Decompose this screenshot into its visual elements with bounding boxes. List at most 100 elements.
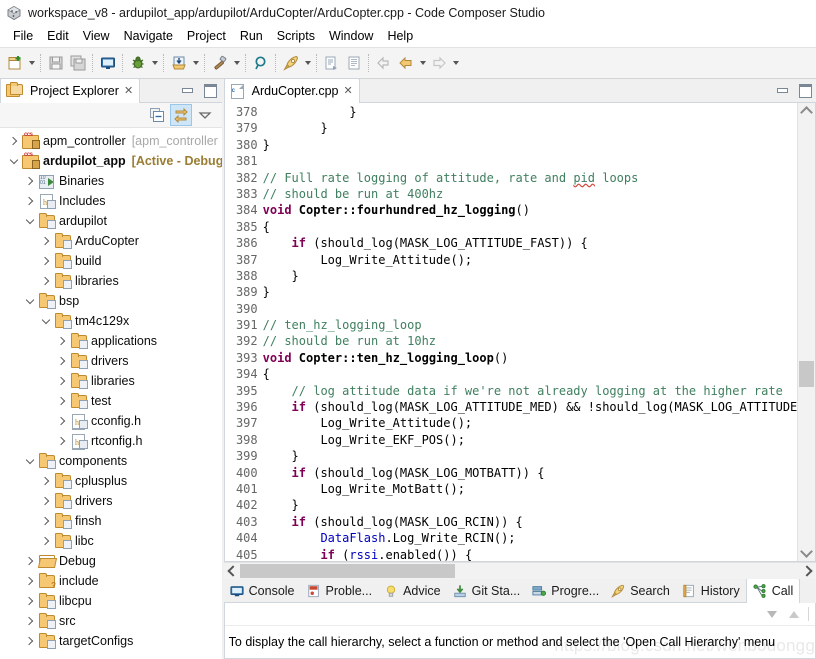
chevron-down-icon[interactable] (22, 291, 38, 311)
chevron-right-icon[interactable] (22, 171, 38, 191)
collapse-all-button[interactable] (146, 104, 168, 126)
scroll-up-button[interactable] (798, 103, 815, 119)
tree-item-drivers[interactable]: drivers (0, 351, 222, 371)
scroll-right-button[interactable] (800, 563, 816, 579)
chevron-right-icon[interactable] (6, 131, 22, 151)
close-icon[interactable]: ✕ (344, 85, 353, 97)
tree-item-finsh[interactable]: finsh (0, 511, 222, 531)
tree-item-ardupilot-app[interactable]: ccs ardupilot_app [Active - Debug] (0, 151, 222, 171)
chevron-right-icon[interactable] (38, 271, 54, 291)
debug-dropdown-arrow[interactable] (149, 52, 160, 74)
bottom-tab-proble-[interactable]: Proble... (300, 579, 379, 603)
chevron-right-icon[interactable] (22, 591, 38, 611)
minimize-editor-button[interactable] (775, 84, 789, 98)
tree-item-libcpu[interactable]: libcpu (0, 591, 222, 611)
tree-item-apm-controller[interactable]: ccsapm_controller [apm_controller ma (0, 131, 222, 151)
chevron-right-icon[interactable] (38, 531, 54, 551)
save-icon[interactable] (45, 52, 67, 74)
tree-item-include[interactable]: ? include (0, 571, 222, 591)
chevron-down-icon[interactable] (6, 151, 22, 171)
maximize-editor-button[interactable] (798, 84, 812, 98)
back-arrow-icon[interactable] (395, 52, 417, 74)
tree-item-components[interactable]: components (0, 451, 222, 471)
bottom-tab-console[interactable]: Console (223, 579, 301, 603)
tree-item-arducopter[interactable]: ArduCopter (0, 231, 222, 251)
menu-edit[interactable]: Edit (40, 27, 76, 45)
tree-item-includes[interactable]: Includes (0, 191, 222, 211)
scroll-left-button[interactable] (224, 563, 240, 579)
chevron-down-icon[interactable] (38, 311, 54, 331)
tree-item-cconfig-h[interactable]: cconfig.h (0, 411, 222, 431)
chevron-right-icon[interactable] (22, 571, 38, 591)
tree-item-targetconfigs[interactable]: targetConfigs (0, 631, 222, 651)
chevron-right-icon[interactable] (22, 631, 38, 651)
next-annotation-icon[interactable] (321, 52, 343, 74)
tree-item-libc[interactable]: libc (0, 531, 222, 551)
tree-item-binaries[interactable]: 10 01 Binaries (0, 171, 222, 191)
tree-item-tm4c129x[interactable]: tm4c129x (0, 311, 222, 331)
tree-item-test[interactable]: test (0, 391, 222, 411)
tab-arducopter-cpp[interactable]: c ArduCopter.cpp ✕ (223, 78, 360, 103)
bottom-tab-progre-[interactable]: Progre... (526, 579, 606, 603)
chevron-right-icon[interactable] (54, 431, 70, 451)
bottom-tab-git-sta-[interactable]: Git Sta... (446, 579, 527, 603)
bottom-tab-history[interactable]: History (675, 579, 746, 603)
build-hammer-icon[interactable] (209, 52, 231, 74)
tree-item-src[interactable]: src (0, 611, 222, 631)
tree-item-drivers[interactable]: drivers (0, 491, 222, 511)
chevron-right-icon[interactable] (54, 351, 70, 371)
save-all-icon[interactable] (67, 52, 89, 74)
menu-view[interactable]: View (76, 27, 117, 45)
back-dropdown-arrow[interactable] (417, 52, 428, 74)
menu-file[interactable]: File (6, 27, 40, 45)
link-with-editor-button[interactable] (169, 104, 192, 126)
build-dropdown-arrow[interactable] (231, 52, 242, 74)
chevron-right-icon[interactable] (38, 251, 54, 271)
minimize-view-button[interactable] (181, 84, 195, 98)
menu-project[interactable]: Project (180, 27, 233, 45)
tab-project-explorer[interactable]: Project Explorer ✕ (0, 78, 141, 103)
code-viewport[interactable]: 378 } 379 } 380} 381 382// Full rate logging… (224, 103, 797, 561)
chevron-right-icon[interactable] (22, 551, 38, 571)
debug-icon[interactable] (127, 52, 149, 74)
search-icon[interactable] (250, 52, 272, 74)
horizontal-scroll-thumb[interactable] (239, 564, 455, 578)
chevron-right-icon[interactable] (54, 411, 70, 431)
menu-navigate[interactable]: Navigate (117, 27, 180, 45)
console-icon[interactable] (97, 52, 119, 74)
maximize-view-button[interactable] (204, 84, 218, 98)
forward-dropdown-arrow[interactable] (450, 52, 461, 74)
tree-item-build[interactable]: build (0, 251, 222, 271)
scroll-down-button[interactable] (798, 545, 815, 561)
run-icon[interactable] (168, 52, 190, 74)
chevron-right-icon[interactable] (38, 491, 54, 511)
menu-run[interactable]: Run (233, 27, 270, 45)
bottom-tab-advice[interactable]: Advice (378, 579, 447, 603)
open-resource-icon[interactable] (343, 52, 365, 74)
vertical-scroll-thumb[interactable] (799, 361, 814, 387)
editor-horizontal-scrollbar[interactable] (223, 562, 816, 579)
chevron-right-icon[interactable] (22, 611, 38, 631)
new-dropdown-arrow[interactable] (26, 52, 37, 74)
horizontal-scroll-track[interactable] (239, 563, 800, 579)
tree-item-libraries[interactable]: libraries (0, 271, 222, 291)
tree-item-rtconfig-h[interactable]: rtconfig.h (0, 431, 222, 451)
chevron-right-icon[interactable] (54, 371, 70, 391)
forward-arrow-icon[interactable] (428, 52, 450, 74)
tree-item-debug[interactable]: Debug (0, 551, 222, 571)
chevron-down-icon[interactable] (22, 211, 38, 231)
tree-item-libraries[interactable]: libraries (0, 371, 222, 391)
launch-rocket-icon[interactable] (280, 52, 302, 74)
chevron-right-icon[interactable] (38, 471, 54, 491)
menu-scripts[interactable]: Scripts (270, 27, 322, 45)
tree-item-bsp[interactable]: bsp (0, 291, 222, 311)
expand-down-button[interactable] (764, 606, 780, 622)
back-history-icon[interactable] (373, 52, 395, 74)
collapse-up-button[interactable] (786, 606, 802, 622)
editor-vertical-scrollbar[interactable] (797, 103, 815, 561)
new-icon[interactable] (4, 52, 26, 74)
chevron-right-icon[interactable] (54, 331, 70, 351)
project-tree[interactable]: ccsapm_controller[apm_controller maccsar… (0, 128, 222, 659)
tree-item-applications[interactable]: applications (0, 331, 222, 351)
tree-item-ardupilot[interactable]: ardupilot (0, 211, 222, 231)
